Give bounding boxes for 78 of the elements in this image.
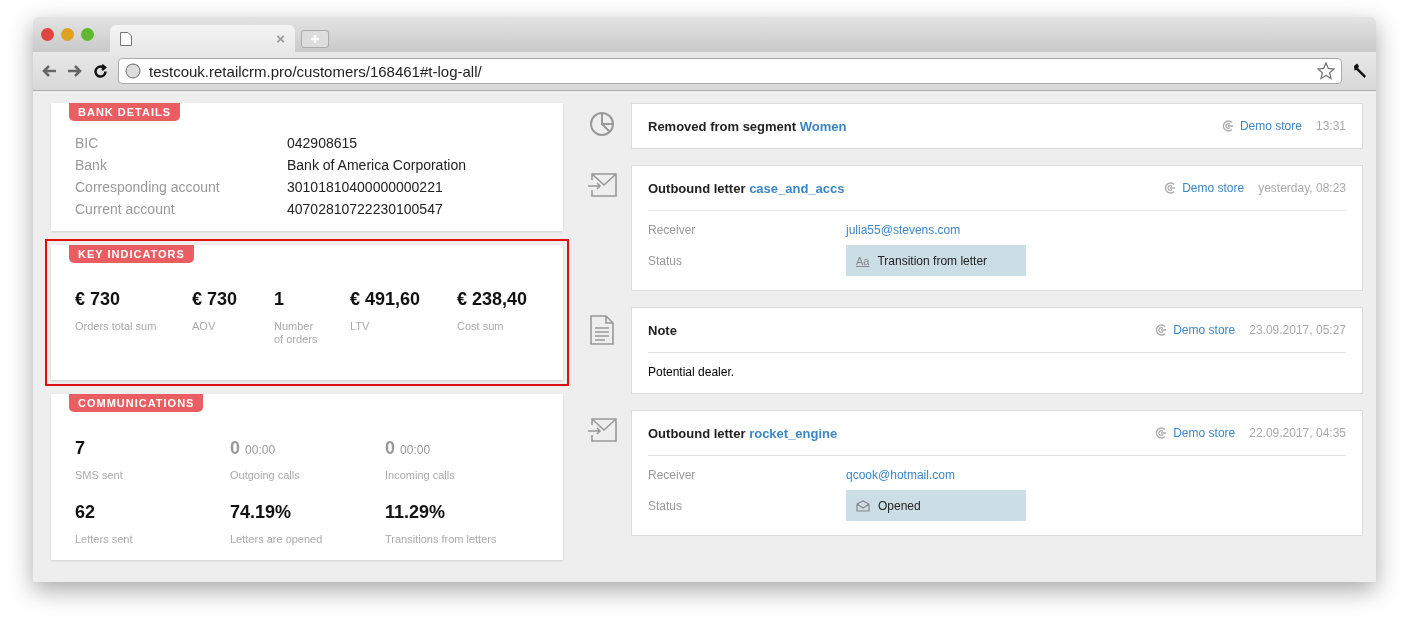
event-title: Outbound letter case_and_accs xyxy=(648,180,845,196)
email-link[interactable]: julia55@stevens.com xyxy=(846,223,1026,237)
store-icon xyxy=(1221,120,1234,132)
store-icon xyxy=(1164,182,1177,194)
field-label: Status xyxy=(648,498,684,513)
note-text: Potential dealer. xyxy=(648,365,735,379)
event-time: 23.09.2017, 05:27 xyxy=(1249,323,1346,337)
stat-label: Outgoing calls xyxy=(230,469,301,482)
indicator-label: AOV xyxy=(192,320,217,333)
event-link[interactable]: rocket_engine xyxy=(749,425,838,441)
indicator-label: LTV xyxy=(350,320,371,333)
font-icon: Aa xyxy=(856,254,870,267)
field-label: BIC xyxy=(75,135,100,151)
envelope-arrow-icon xyxy=(587,173,617,197)
store-link[interactable]: Demo store xyxy=(1173,426,1236,440)
forward-button[interactable] xyxy=(67,64,83,78)
section-ribbon: KEY INDICATORS xyxy=(69,245,194,263)
stat-value: 7 xyxy=(75,438,86,459)
field-label: Current account xyxy=(75,201,176,217)
close-tab-button[interactable]: × xyxy=(276,30,285,47)
new-tab-button[interactable] xyxy=(301,30,329,48)
field-value: 30101810400000000221 xyxy=(287,179,444,195)
stat-label: Letters sent xyxy=(75,533,134,546)
field-value: 042908615 xyxy=(287,135,359,151)
store-link[interactable]: Demo store xyxy=(1173,323,1236,337)
indicator-value: € 730 xyxy=(75,289,122,310)
back-button[interactable] xyxy=(41,64,57,78)
pie-chart-icon xyxy=(589,111,615,137)
indicator-label: Orders total sum xyxy=(75,320,158,333)
field-label: Receiver xyxy=(648,223,697,237)
reload-button[interactable] xyxy=(93,63,108,79)
stat-value: 74.19% xyxy=(230,502,293,523)
stat-label: Incoming calls xyxy=(385,469,456,482)
field-label: Receiver xyxy=(648,468,697,482)
page-icon xyxy=(120,31,132,46)
document-icon xyxy=(590,315,614,345)
event-time: 13:31 xyxy=(1315,119,1346,133)
status-text: Transition from letter xyxy=(877,253,988,268)
email-link[interactable]: qcook@hotmail.com xyxy=(846,468,1026,482)
field-value: 40702810722230100547 xyxy=(287,201,444,217)
envelope-icon xyxy=(856,499,870,512)
store-link[interactable]: Demo store xyxy=(1182,181,1245,195)
wrench-icon[interactable] xyxy=(1352,63,1368,79)
stat-value: 0 00:00 xyxy=(385,438,432,459)
star-icon[interactable] xyxy=(1317,62,1335,80)
indicator-value: € 730 xyxy=(192,289,239,310)
envelope-arrow-icon xyxy=(587,418,617,442)
field-label: Bank xyxy=(75,157,108,173)
event-title: Outbound letter rocket_engine xyxy=(648,425,838,441)
event-time: 22.09.2017, 04:35 xyxy=(1249,426,1346,440)
event-link[interactable]: case_and_accs xyxy=(749,180,845,196)
indicator-label: Cost sum xyxy=(457,320,505,333)
status-text: Opened xyxy=(878,498,921,513)
field-label: Status xyxy=(648,253,684,268)
stat-label: Transitions from letters xyxy=(385,533,498,546)
field-label: Corresponding account xyxy=(75,179,221,195)
event-title: Note xyxy=(648,322,677,338)
address-bar[interactable]: testcouk.retailcrm.pro/customers/168461#t-log-all/ xyxy=(118,58,1342,84)
event-title: Removed from segment Women xyxy=(648,118,847,134)
close-window-button[interactable] xyxy=(41,28,54,41)
indicator-label: Number of orders xyxy=(274,320,319,346)
stat-label: Letters are opened xyxy=(230,533,324,546)
store-link[interactable]: Demo store xyxy=(1239,119,1302,133)
stat-value: 62 xyxy=(75,502,97,523)
section-ribbon: BANK DETAILS xyxy=(69,103,181,121)
indicator-value: 1 xyxy=(274,289,285,310)
browser-tab[interactable]: × xyxy=(110,25,295,52)
event-link[interactable]: Women xyxy=(799,118,847,134)
store-icon xyxy=(1155,427,1168,439)
indicator-value: € 491,60 xyxy=(350,289,422,310)
indicator-value: € 238,40 xyxy=(457,289,529,310)
store-icon xyxy=(1155,324,1168,336)
stat-value: 11.29% xyxy=(385,502,447,523)
section-ribbon: COMMUNICATIONS xyxy=(69,394,204,412)
event-time: yesterday, 08:23 xyxy=(1258,181,1346,195)
stat-value: 0 00:00 xyxy=(230,438,277,459)
stat-label: SMS sent xyxy=(75,469,124,482)
field-value: Bank of America Corporation xyxy=(287,157,467,173)
